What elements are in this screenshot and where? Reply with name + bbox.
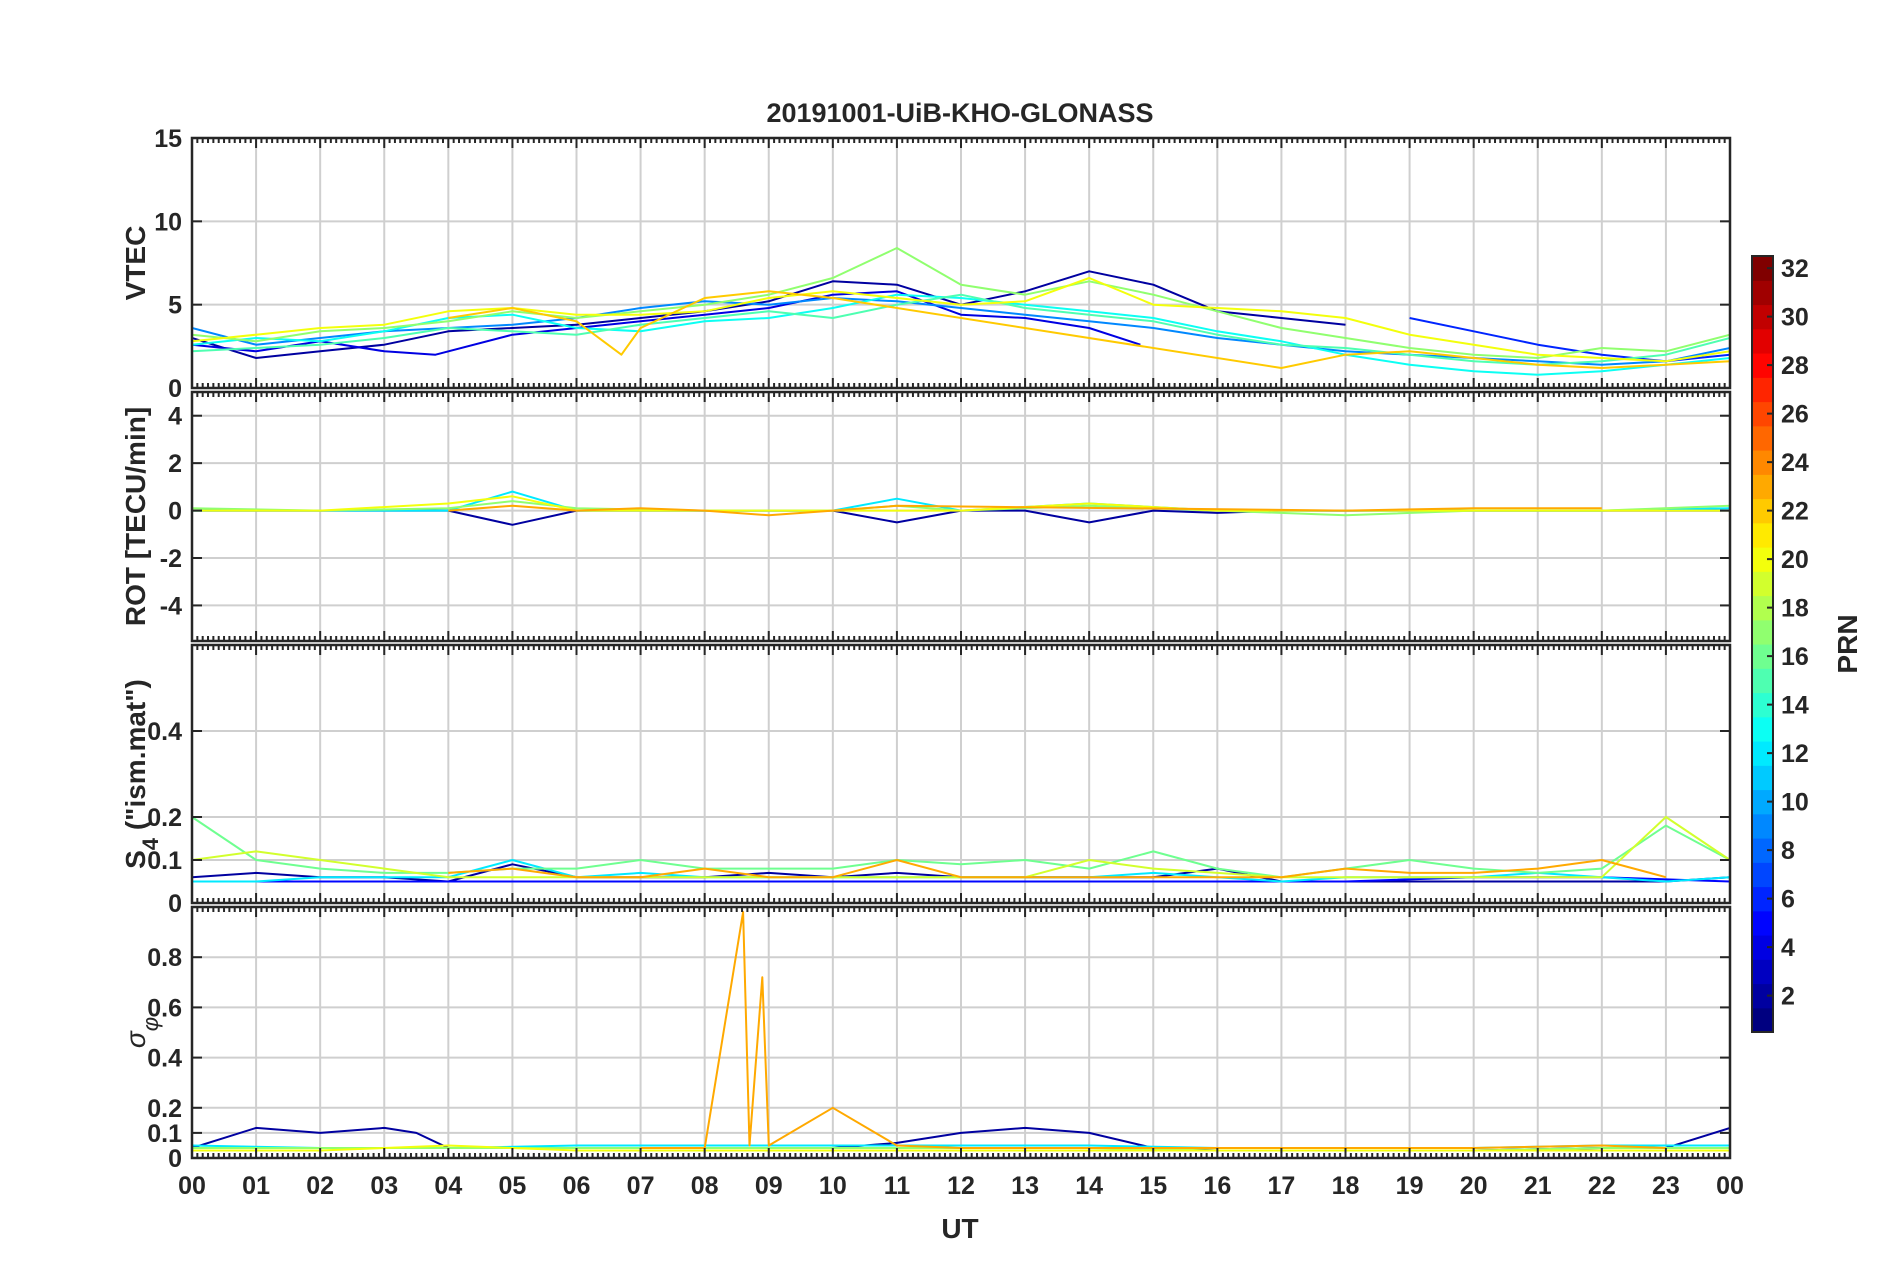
y-tick-label: 5	[168, 292, 182, 320]
colorbar-segment	[1752, 377, 1773, 403]
x-tick-label: 00	[178, 1172, 206, 1200]
y-axis-label: σφ	[120, 1017, 163, 1048]
y-axis-label-sub: φ	[138, 1017, 163, 1031]
x-tick-label: 15	[1139, 1172, 1167, 1200]
panel-s4: 00.10.20.4S4 ("ism.mat")	[120, 643, 1732, 918]
chart-title: 20191001-UiB-KHO-GLONASS	[766, 98, 1153, 128]
y-axis-label-main: S	[120, 850, 151, 869]
colorbar-tick-label: 10	[1781, 789, 1809, 817]
y-tick-label: 10	[154, 208, 182, 236]
colorbar-segment	[1752, 862, 1773, 888]
x-tick-label: 04	[434, 1172, 462, 1200]
colorbar-tick-label: 26	[1781, 401, 1809, 429]
x-axis-label: UT	[941, 1213, 978, 1244]
colorbar-tick-label: 12	[1781, 740, 1809, 768]
colorbar-segment	[1752, 619, 1773, 645]
chart: 20191001-UiB-KHO-GLONASS 051015VTEC-4-20…	[120, 98, 1863, 1244]
y-tick-label: 2	[168, 450, 182, 478]
panel-vtec: 0 5 10 15 VTEC	[120, 125, 1732, 403]
x-tick-label: 12	[947, 1172, 975, 1200]
x-tick-label: 09	[755, 1172, 783, 1200]
panel-rot: -4 -2 0 2 4 ROT [TECU/min]	[120, 390, 1732, 643]
x-tick-label: 05	[499, 1172, 527, 1200]
y-tick-label: 0.4	[147, 718, 182, 746]
y-tick-label: 0.2	[147, 804, 182, 832]
colorbar-tick-label: 22	[1781, 498, 1809, 526]
y-axis-label: VTEC	[120, 226, 151, 301]
y-tick-label: 0	[168, 498, 182, 526]
colorbar-segment	[1752, 813, 1773, 839]
x-tick-label: 06	[563, 1172, 591, 1200]
panels: 051015VTEC-4-2024ROT [TECU/min]00.10.20.…	[120, 125, 1744, 1200]
colorbar-segment	[1752, 425, 1773, 451]
x-tick-label: 20	[1460, 1172, 1488, 1200]
colorbar-tick-label: 16	[1781, 643, 1809, 671]
colorbar-tick-label: 8	[1781, 837, 1795, 865]
x-tick-label: 18	[1332, 1172, 1360, 1200]
y-tick-label: -4	[160, 592, 182, 620]
x-tick-label: 11	[884, 1172, 911, 1200]
x-tick-label: 10	[819, 1172, 847, 1200]
colorbar-tick-label: 6	[1781, 886, 1795, 914]
x-tick-label: 01	[242, 1172, 270, 1200]
colorbar-tick-label: 24	[1781, 449, 1809, 477]
x-tick-label: 08	[691, 1172, 719, 1200]
y-axis-label-rest: ("ism.mat")	[120, 679, 151, 838]
colorbar-tick-label: 2	[1781, 983, 1795, 1011]
colorbar-tick-label: 32	[1781, 255, 1809, 283]
y-tick-label: 0	[168, 1145, 182, 1173]
colorbar-segment	[1752, 959, 1773, 985]
colorbar-segment	[1752, 668, 1773, 694]
colorbar-segment	[1752, 328, 1773, 354]
colorbar-tick-label: 28	[1781, 352, 1809, 380]
panel-sigma_phi: 00.10.20.40.60.8σφ	[120, 905, 1732, 1173]
colorbar-segment	[1752, 716, 1773, 742]
x-tick-label: 13	[1011, 1172, 1039, 1200]
x-tick-label: 22	[1588, 1172, 1616, 1200]
colorbar-segment	[1752, 1007, 1773, 1033]
x-tick-label: 23	[1652, 1172, 1680, 1200]
y-tick-label: 0.1	[147, 847, 182, 875]
colorbar-tick-label: 30	[1781, 304, 1809, 332]
x-tick-label: 21	[1524, 1172, 1552, 1200]
y-tick-label: 4	[168, 403, 182, 431]
colorbar-segment	[1752, 910, 1773, 936]
x-tick-label: 19	[1396, 1172, 1424, 1200]
colorbar-label: PRN	[1832, 614, 1863, 673]
colorbar-segment	[1752, 571, 1773, 597]
y-axis-label-main: σ	[120, 1030, 151, 1048]
colorbar: 2468101214161820222426283032PRN	[1751, 255, 1863, 1033]
colorbar-segment	[1752, 765, 1773, 791]
y-tick-label: 0	[168, 375, 182, 403]
y-tick-label: 0.1	[147, 1120, 182, 1148]
x-tick-label: 16	[1203, 1172, 1231, 1200]
y-axis-label: ROT [TECU/min]	[120, 407, 151, 626]
colorbar-tick-label: 18	[1781, 595, 1809, 623]
y-tick-label: 0.2	[147, 1095, 182, 1123]
y-tick-label: 0.8	[147, 944, 182, 972]
colorbar-segment	[1752, 474, 1773, 500]
y-axis-label: S4 ("ism.mat")	[120, 679, 163, 869]
x-tick-label: 03	[370, 1172, 398, 1200]
x-tick-label: 00	[1716, 1172, 1744, 1200]
colorbar-tick-label: 14	[1781, 692, 1809, 720]
y-axis-label-sub: 4	[138, 837, 163, 850]
y-tick-label: 0	[168, 890, 182, 918]
colorbar-tick-label: 4	[1781, 934, 1795, 962]
x-tick-label: 02	[306, 1172, 334, 1200]
y-tick-label: 15	[154, 125, 182, 153]
colorbar-tick-label: 20	[1781, 546, 1809, 574]
x-tick-label: 07	[627, 1172, 655, 1200]
x-tick-label: 14	[1075, 1172, 1103, 1200]
colorbar-segment	[1752, 280, 1773, 306]
colorbar-segment	[1752, 522, 1773, 548]
x-tick-label: 17	[1268, 1172, 1296, 1200]
y-tick-label: 0.4	[147, 1045, 182, 1073]
y-tick-label: -2	[160, 545, 182, 573]
